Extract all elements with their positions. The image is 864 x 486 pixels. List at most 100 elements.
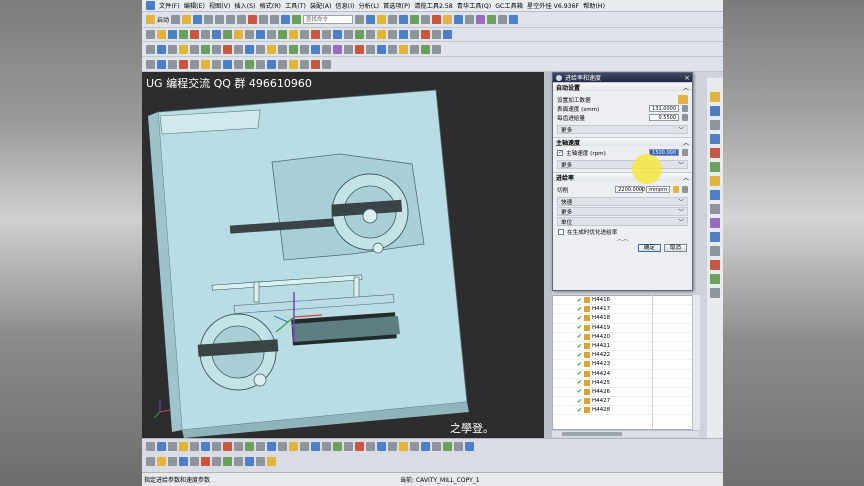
right-view-icon[interactable]: [201, 442, 210, 451]
menu-file[interactable]: 文件(F): [159, 1, 180, 10]
curvature-icon[interactable]: [344, 44, 353, 54]
snap-existing-icon[interactable]: [278, 59, 287, 69]
redo-icon[interactable]: [270, 15, 280, 24]
delete-icon[interactable]: [248, 15, 258, 24]
draft-analysis-icon[interactable]: [333, 44, 342, 54]
project-curve-icon[interactable]: [245, 457, 254, 466]
perspective-icon[interactable]: [333, 442, 342, 451]
menu-format[interactable]: 格式(R): [259, 1, 281, 10]
reuse-library-icon[interactable]: [710, 134, 720, 144]
operation-navigator-list[interactable]: ✔ H4416 ✔ H4417 ✔ H4418 ✔ H4419 ✔ H4420 ✔ H442…: [552, 295, 698, 430]
arc-icon[interactable]: [201, 457, 210, 466]
list-item[interactable]: ✔ H4428: [553, 406, 697, 416]
zoom-icon[interactable]: [377, 15, 387, 24]
wcs-orient-icon[interactable]: [212, 44, 221, 54]
bottom-view-icon[interactable]: [223, 442, 232, 451]
machine-tool-view-icon[interactable]: [267, 30, 276, 39]
layout-icon[interactable]: [377, 442, 386, 451]
menu-assembly[interactable]: 装配(A): [310, 1, 331, 10]
constraint-navigator-icon[interactable]: [710, 106, 720, 116]
face-analysis-icon[interactable]: [278, 442, 287, 451]
list-item[interactable]: ✔ H4419: [553, 324, 697, 333]
background-icon[interactable]: [311, 442, 320, 451]
part-navigator-icon[interactable]: [245, 44, 254, 54]
left-view-icon[interactable]: [212, 442, 221, 451]
menu-insert[interactable]: 插入(S): [234, 1, 255, 10]
distance-icon[interactable]: [300, 44, 309, 54]
cut-feed-field[interactable]: 2200.0000: [615, 186, 645, 193]
shaded-edges-icon[interactable]: [245, 442, 254, 451]
postprocess-icon[interactable]: [234, 30, 243, 39]
menu-info[interactable]: 信息(I): [335, 1, 354, 10]
machine-navigator-icon[interactable]: [710, 162, 720, 172]
fit-view-icon[interactable]: [366, 15, 376, 24]
sketch-icon[interactable]: [146, 457, 155, 466]
list-item[interactable]: ✔ H4424: [553, 370, 697, 379]
part-navigator-tab-icon[interactable]: [710, 120, 720, 130]
wcs-origin-icon[interactable]: [223, 44, 232, 54]
start-icon[interactable]: [146, 15, 155, 24]
window-icon[interactable]: [292, 15, 302, 24]
close-icon[interactable]: ×: [684, 74, 690, 82]
calculator-icon[interactable]: [682, 186, 688, 193]
trimetric-icon[interactable]: [157, 442, 166, 451]
calculator-icon[interactable]: [682, 149, 688, 156]
menu-view[interactable]: 视图(V): [209, 1, 230, 10]
tool-icon[interactable]: [509, 15, 519, 24]
reset-orientation-icon[interactable]: [146, 442, 155, 451]
static-wireframe-icon[interactable]: [256, 442, 265, 451]
point-icon[interactable]: [322, 30, 331, 39]
plane-icon[interactable]: [333, 30, 342, 39]
list-item[interactable]: ✔ H4425: [553, 379, 697, 388]
hide-show-icon[interactable]: [443, 15, 453, 24]
datum-plane-icon[interactable]: [157, 457, 166, 466]
spindle-more-toggle[interactable]: 更多 ﹀: [557, 160, 688, 169]
select-face-icon[interactable]: [157, 59, 166, 69]
studio-icon[interactable]: [267, 442, 276, 451]
selection-filter-icon[interactable]: [465, 15, 475, 24]
revolve-icon[interactable]: [355, 30, 364, 39]
display-mode-icon[interactable]: [388, 442, 397, 451]
line-icon[interactable]: [190, 457, 199, 466]
unite-icon[interactable]: [410, 30, 419, 39]
create-operation-icon[interactable]: [190, 30, 199, 39]
snap-arc-icon[interactable]: [311, 59, 320, 69]
radius-icon[interactable]: [322, 44, 331, 54]
section-view-icon[interactable]: [256, 44, 265, 54]
menu-edit[interactable]: 编辑(E): [184, 1, 205, 10]
group-feed-rates-header[interactable]: 进给率 ︿: [553, 172, 692, 182]
menu-xingkong-plugin[interactable]: 星空外挂 V6.936F: [527, 1, 579, 10]
select-body-icon[interactable]: [179, 59, 188, 69]
snap-icon[interactable]: [476, 15, 486, 24]
program-order-view-icon[interactable]: [256, 30, 265, 39]
process-studio-icon[interactable]: [710, 218, 720, 228]
inspect-icon[interactable]: [289, 44, 298, 54]
navigator-splitter[interactable]: [544, 72, 552, 438]
select-edge-icon[interactable]: [168, 59, 177, 69]
scrollbar-thumb[interactable]: [562, 432, 622, 436]
object-display-icon[interactable]: [168, 44, 177, 54]
cancel-button[interactable]: 取消: [663, 244, 687, 252]
select-all-icon[interactable]: [146, 59, 155, 69]
isometric-icon[interactable]: [168, 442, 177, 451]
edge-icon[interactable]: [421, 44, 430, 54]
move-object-icon[interactable]: [146, 44, 155, 54]
calculator-icon[interactable]: [682, 114, 688, 121]
select-curve-icon[interactable]: [190, 59, 199, 69]
menu-analysis[interactable]: 分析(L): [358, 1, 379, 10]
operation-navigator-tab-icon[interactable]: [710, 148, 720, 158]
expression-icon[interactable]: [234, 44, 243, 54]
snap-on-face-icon[interactable]: [300, 59, 309, 69]
circle-icon[interactable]: [223, 457, 232, 466]
partial-shading-icon[interactable]: [289, 442, 298, 451]
undo-icon[interactable]: [259, 15, 269, 24]
create-method-icon[interactable]: [179, 30, 188, 39]
subtract-icon[interactable]: [421, 30, 430, 39]
snap-intersection-icon[interactable]: [256, 59, 265, 69]
list-item[interactable]: ✔ H4423: [553, 360, 697, 370]
menu-gc-toolbox[interactable]: GC工具箱: [495, 1, 523, 10]
menu-help[interactable]: 帮助(H): [583, 1, 605, 10]
new-file-icon[interactable]: [171, 15, 181, 24]
sew-icon[interactable]: [443, 30, 452, 39]
snap-on-curve-icon[interactable]: [289, 59, 298, 69]
